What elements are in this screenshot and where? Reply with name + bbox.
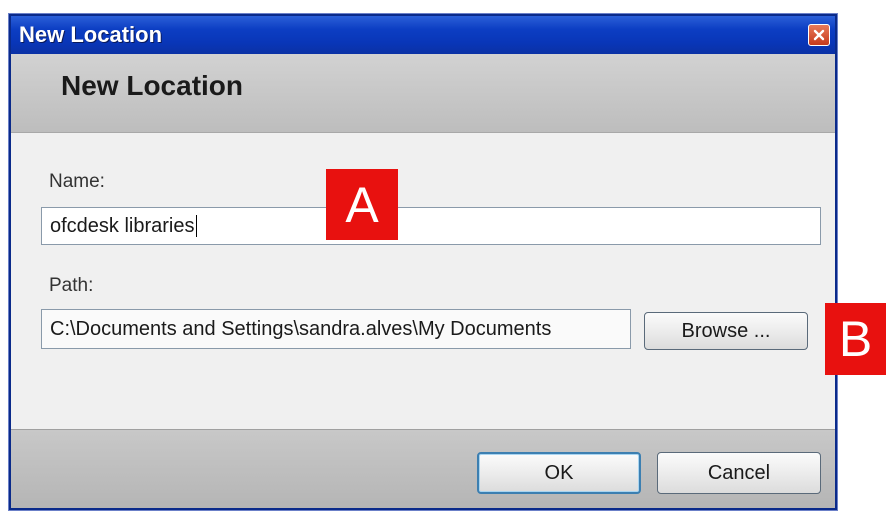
title-bar[interactable]: New Location [11,16,835,54]
header-band: New Location [11,54,835,133]
name-input[interactable]: ofcdesk libraries [41,207,821,245]
annotation-marker-a: A [326,169,398,240]
window-title: New Location [19,22,163,47]
close-icon [813,29,825,41]
annotation-marker-b: B [825,303,886,375]
name-input-value: ofcdesk libraries [50,214,195,237]
ok-button[interactable]: OK [477,452,641,494]
name-label: Name: [49,171,105,192]
browse-button[interactable]: Browse ... [644,312,808,350]
page-title: New Location [61,70,244,101]
close-button[interactable] [808,24,830,46]
path-input-value: C:\Documents and Settings\sandra.alves\M… [50,317,552,340]
path-input[interactable]: C:\Documents and Settings\sandra.alves\M… [41,309,631,349]
cancel-button[interactable]: Cancel [657,452,821,494]
text-caret [195,215,197,237]
dialog-body: New Location Name: ofcdesk libraries Pat… [11,54,835,508]
dialog-window: New Location New Location Name: ofcdesk … [9,14,837,510]
path-label: Path: [49,275,94,296]
footer-band: OK Cancel [11,429,835,508]
